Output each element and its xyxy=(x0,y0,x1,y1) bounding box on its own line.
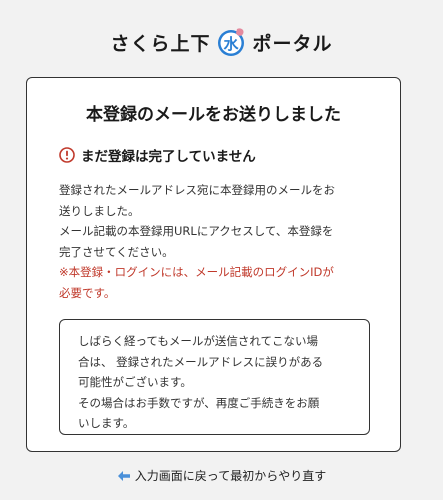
note-line: 必要です。 xyxy=(59,285,116,300)
message-line: 完了させてください。 xyxy=(59,244,174,259)
notice-line: 合は、 登録されたメールアドレスに誤りがある xyxy=(78,354,324,369)
message-line: メール記載の本登録用URLにアクセスして、本登録を xyxy=(59,224,334,238)
back-link-label: 入力画面に戻って最初からやり直す xyxy=(134,469,327,483)
site-header: さくら上下 水 ポータル xyxy=(0,22,443,62)
arrow-left-icon xyxy=(117,470,130,481)
note-line: ※本登録・ログインには、メール記載のログインIDが xyxy=(59,265,334,279)
exclamation-circle-icon xyxy=(59,147,75,163)
page-title: 本登録のメールをお送りしました xyxy=(86,105,341,125)
warning-text: まだ登録は完了していません xyxy=(81,149,256,165)
message-line: 登録されたメールアドレス宛に本登録用のメールをお xyxy=(59,183,335,197)
logo-text-left: さくら上下 xyxy=(110,32,211,55)
notice-box: しばらく経ってもメールが送信されてこない場 合は、 登録されたメールアドレスに誤… xyxy=(59,319,370,435)
water-drop-logo-icon: 水 xyxy=(217,28,244,56)
back-to-input-link[interactable]: 入力画面に戻って最初からやり直す xyxy=(0,467,443,484)
notice-line: いします。 xyxy=(78,416,135,430)
warning-message: まだ登録は完了していません xyxy=(59,145,256,165)
notice-line: その場合はお手数ですが、再度ご手続きをお願 xyxy=(78,395,320,410)
notice-line: 可能性がございます。 xyxy=(78,375,192,389)
message-line: 送りしました。 xyxy=(59,203,140,218)
logo-glyph: 水 xyxy=(223,35,239,53)
message-body: 登録されたメールアドレス宛に本登録用のメールをお 送りしました。 メール記載の本… xyxy=(59,180,369,303)
confirmation-card: 本登録のメールをお送りしました まだ登録は完了していません 登録されたメールアド… xyxy=(26,77,401,452)
notice-line: しばらく経ってもメールが送信されてこない場 xyxy=(78,334,319,348)
logo-text-right: ポータル xyxy=(252,32,333,55)
